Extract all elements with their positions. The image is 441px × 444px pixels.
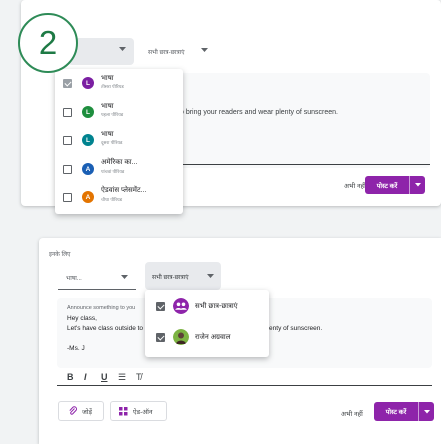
class-avatar: L	[82, 134, 94, 146]
editor-line-rest: plenty of sunscreen.	[264, 325, 323, 332]
chevron-down-icon	[423, 409, 430, 413]
class-option[interactable]: L भाषा पहला पीरियड	[55, 97, 183, 125]
class-option[interactable]: L भाषा दूसरा पीरियड	[55, 126, 183, 154]
editor-underline	[57, 385, 432, 386]
post-button-label: पोस्ट करें	[376, 182, 398, 190]
class-dropdown-menu: L भाषा तीसरा पीरियड L भाषा पहला पीरियड L…	[55, 69, 183, 214]
class-period: पांचवां पीरियड	[101, 169, 125, 174]
class-period: चौथा पीरियड	[101, 197, 123, 202]
attach-button[interactable]: जोड़ें	[58, 401, 104, 421]
post-button-label: पोस्ट करें	[385, 409, 407, 416]
class-checkbox[interactable]	[63, 79, 72, 88]
cancel-button[interactable]: अभी नहीं	[344, 181, 366, 190]
italic-button[interactable]: I	[84, 372, 87, 382]
class-checkbox[interactable]	[63, 193, 72, 202]
chevron-down-icon	[119, 47, 126, 51]
student-option-all[interactable]: सभी छात्र-छात्राएं	[145, 290, 269, 322]
class-checkbox[interactable]	[63, 136, 72, 145]
underline-button[interactable]: U	[101, 372, 108, 382]
students-dropdown-menu: सभी छात्र-छात्राएं राजेन अग्रवाल	[145, 290, 269, 357]
editor-signature: -Ms. J	[67, 345, 85, 352]
class-name: ऐडवांस प्लेसमेंट...	[101, 187, 147, 194]
bold-button[interactable]: B	[67, 372, 74, 382]
class-option[interactable]: A ऐडवांस प्लेसमेंट... चौथा पीरियड	[55, 182, 183, 210]
course-select-label: भाषा...	[66, 276, 82, 282]
student-option[interactable]: राजेन अग्रवाल	[145, 322, 269, 354]
addons-button-label: ऐड-ऑन	[133, 408, 153, 416]
class-name: भाषा	[101, 131, 114, 138]
students-select[interactable]: सभी छात्र-छात्राएं	[145, 262, 221, 290]
chevron-down-icon	[121, 275, 128, 279]
post-options-button[interactable]	[409, 176, 425, 194]
class-period: पहला पीरियड	[101, 112, 124, 117]
for-label: इनके लिए	[49, 252, 71, 258]
class-name: भाषा	[101, 103, 114, 110]
clear-formatting-button[interactable]: T̸	[136, 372, 142, 382]
editor-text: o bring your readers and wear plenty of …	[180, 109, 338, 116]
students-select-top[interactable]: सभी छात्र-छात्राएं	[142, 38, 214, 65]
class-name: भाषा	[101, 75, 114, 82]
student-name: सभी छात्र-छात्राएं	[195, 303, 238, 310]
post-button[interactable]: पोस्ट करें	[374, 402, 434, 421]
chevron-down-icon	[201, 48, 208, 52]
chevron-down-icon	[207, 274, 214, 278]
addons-button[interactable]: ऐड-ऑन	[110, 401, 167, 421]
class-avatar: L	[82, 77, 94, 89]
class-name: अमेरिका का...	[101, 159, 138, 166]
student-checkbox[interactable]	[156, 333, 165, 342]
student-name: राजेन अग्रवाल	[195, 334, 231, 341]
editor-line: Let's have class outside to	[67, 325, 144, 332]
student-avatar	[173, 329, 189, 345]
editor-line: Hey class,	[67, 315, 97, 322]
course-select[interactable]: भाषा...	[58, 264, 136, 290]
screenshot-stage: सभी छात्र-छात्राएं o bring your readers …	[0, 0, 441, 444]
bulleted-list-button[interactable]: ☰	[118, 372, 126, 383]
step-number-badge: 2	[18, 13, 78, 73]
class-checkbox[interactable]	[63, 165, 72, 174]
class-checkbox[interactable]	[63, 108, 72, 117]
class-option[interactable]: L भाषा तीसरा पीरियड	[55, 69, 183, 97]
post-button[interactable]: पोस्ट करें	[365, 176, 425, 194]
students-select-label: सभी छात्र-छात्राएं	[148, 50, 185, 56]
class-avatar: L	[82, 106, 94, 118]
class-period: तीसरा पीरियड	[101, 84, 124, 89]
course-select-underline	[58, 289, 136, 290]
class-period: दूसरा पीरियड	[101, 140, 123, 145]
class-option[interactable]: A अमेरिका का... पांचवां पीरियड	[55, 155, 183, 183]
attach-button-label: जोड़ें	[82, 408, 92, 416]
students-select-label: सभी छात्र-छात्राएं	[152, 275, 189, 281]
student-checkbox[interactable]	[156, 302, 165, 311]
cancel-button[interactable]: अभी नहीं	[341, 409, 363, 418]
addons-grid-icon	[119, 406, 128, 415]
class-avatar: A	[82, 191, 94, 203]
editor-placeholder: Announce something to you	[67, 305, 136, 311]
class-avatar: A	[82, 163, 94, 175]
chevron-down-icon	[414, 183, 421, 187]
paperclip-icon	[69, 406, 77, 415]
group-icon	[173, 298, 189, 314]
post-options-button[interactable]	[418, 402, 434, 421]
